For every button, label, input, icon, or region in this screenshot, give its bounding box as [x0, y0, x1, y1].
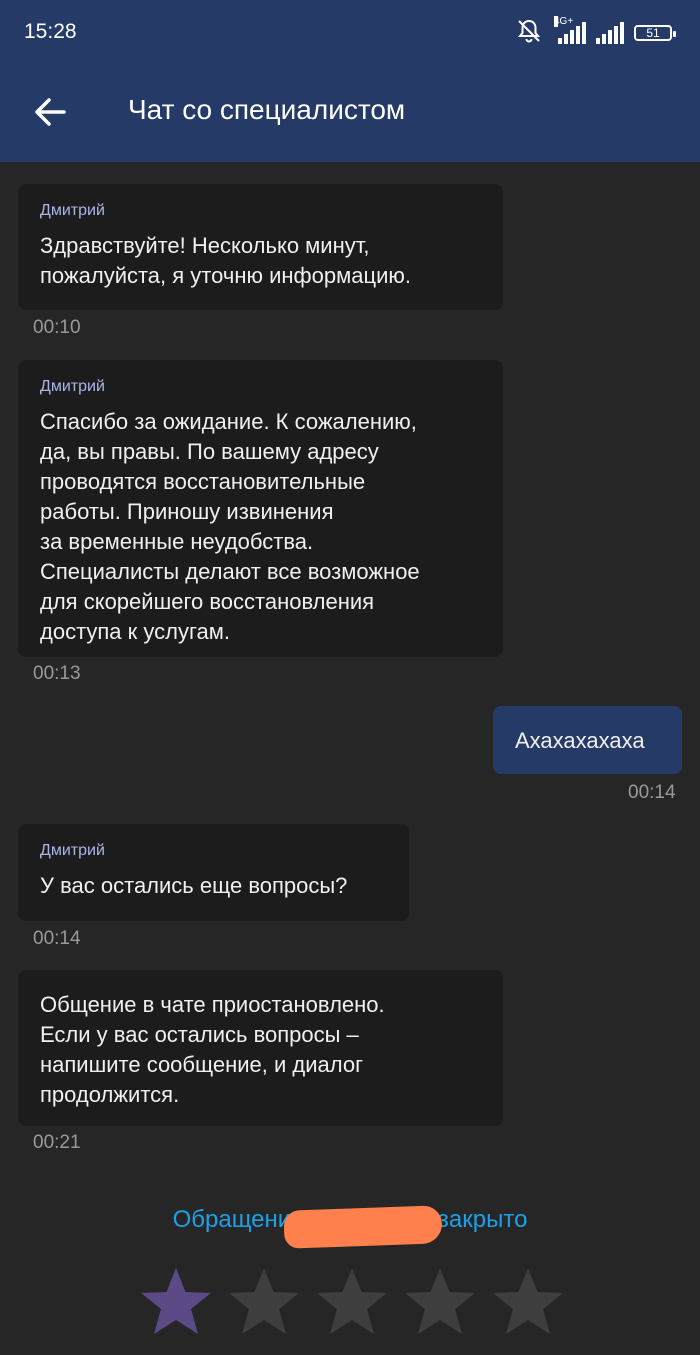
- message-time: 00:14: [33, 928, 81, 949]
- rating-star-icon[interactable]: [228, 1266, 300, 1338]
- message-time: 00:21: [33, 1132, 81, 1153]
- signal-4g-icon: 4G+: [552, 16, 586, 44]
- network-type: 4G+: [554, 16, 574, 27]
- rating-star-icon[interactable]: [140, 1266, 212, 1338]
- status-time: 15:28: [24, 20, 77, 43]
- redaction-mark: [283, 1205, 443, 1249]
- signal-icon: [596, 22, 624, 44]
- message-time: 00:13: [33, 663, 81, 684]
- message-text: У вас остались еще вопросы?: [40, 873, 348, 898]
- status-icons: 4G+ 51: [516, 16, 676, 44]
- message-sender: Дмитрий: [40, 842, 105, 859]
- bell-muted-icon: [517, 19, 541, 43]
- battery-icon: 51: [634, 25, 676, 41]
- rating-star-icon[interactable]: [492, 1266, 564, 1338]
- message-bubble: Дмитрий Спасибо за ожидание. К сожалению…: [18, 360, 503, 657]
- page-title: Чат со специалистом: [128, 94, 406, 125]
- message-bubble: Общение в чате приостановлено. Если у ва…: [18, 970, 503, 1126]
- rating-stars: [140, 1266, 564, 1338]
- message-bubble: Дмитрий У вас остались еще вопросы?: [18, 824, 409, 921]
- message-sender: Дмитрий: [40, 202, 105, 219]
- app-header: 15:28 4G+ 51 Чат со специалистом: [0, 0, 700, 162]
- message-text: Здравствуйте! Несколько минут, пожалуйст…: [40, 233, 411, 288]
- message-text: Общение в чате приостановлено. Если у ва…: [40, 992, 385, 1107]
- message-time: 00:10: [33, 317, 81, 338]
- outgoing-message-bubble: Ахахахахаха: [493, 706, 682, 774]
- message-sender: Дмитрий: [40, 378, 105, 395]
- message-time: 00:14: [628, 782, 676, 803]
- rating-star-icon[interactable]: [404, 1266, 476, 1338]
- rating-star-icon[interactable]: [316, 1266, 388, 1338]
- message-text: Ахахахахаха: [515, 728, 645, 753]
- message-bubble: Дмитрий Здравствуйте! Несколько минут, п…: [18, 184, 503, 310]
- message-text: Спасибо за ожидание. К сожалению, да, вы…: [40, 409, 420, 644]
- battery-level: 51: [646, 26, 660, 40]
- back-arrow-icon[interactable]: [30, 92, 70, 132]
